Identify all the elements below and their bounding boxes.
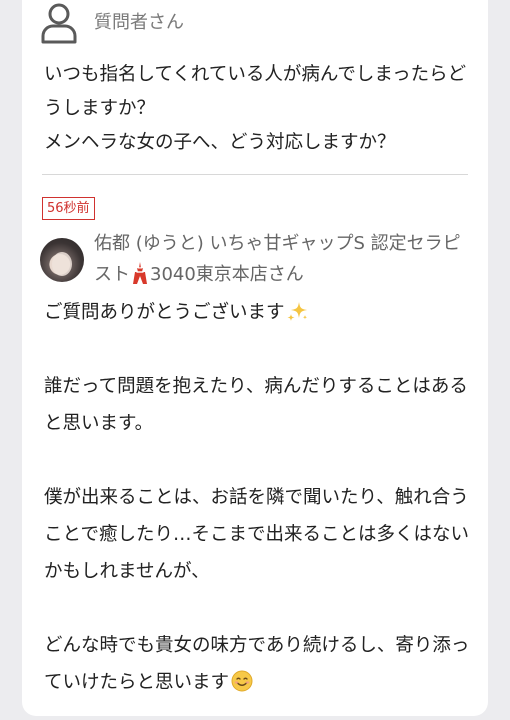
asker-name: 質問者さん <box>94 12 184 33</box>
answer-paragraph: どんな時でも貴女の味方であり続けるし、寄り添っていけたらと思います <box>44 635 470 693</box>
answer-body: ご質問ありがとうございます 誰だって問題を抱えたり、病んだりすることはあると思い… <box>44 294 480 701</box>
asker-header: 質問者さん <box>40 0 184 46</box>
answer-paragraph: 僕が出来ることは、お話を隣で聞いたり、触れ合うことで癒したり…そこまで出来ること… <box>44 487 469 582</box>
smiling-face-icon <box>231 670 253 692</box>
question-text: いつも指名してくれている人が病んでしまったらどうしますか？ メンヘラな女の子へ、… <box>44 64 467 153</box>
answer-paragraph: 誰だって問題を抱えたり、病んだりすることはあると思います。 <box>44 376 468 434</box>
answerer-name-part2: 3040東京本店さん <box>150 264 304 285</box>
answer-paragraph: ご質問ありがとうございます <box>44 294 480 331</box>
qa-card: 質問者さん いつも指名してくれている人が病んでしまったらどうしますか？ メンヘラ… <box>22 0 488 716</box>
tokyo-tower-icon <box>133 262 147 284</box>
divider <box>42 174 468 175</box>
sparkles-icon <box>287 302 307 321</box>
time-badge: 56秒前 <box>42 197 95 220</box>
answerer-header[interactable]: 佑都 (ゆうと) いちゃ甘ギャップS 認定セラピスト 3040東京本店さん <box>40 233 470 298</box>
answerer-name[interactable]: 佑都 (ゆうと) いちゃ甘ギャップS 認定セラピスト 3040東京本店さん <box>94 228 472 290</box>
user-outline-icon <box>41 3 77 44</box>
therapist-avatar[interactable] <box>40 238 84 282</box>
